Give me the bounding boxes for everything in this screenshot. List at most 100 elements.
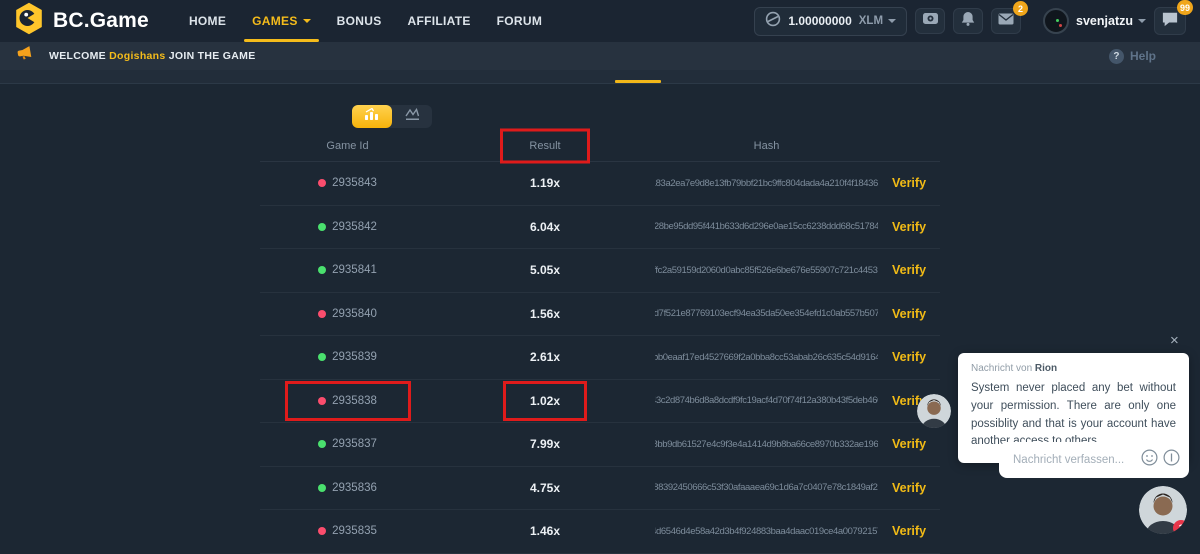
result-status-dot bbox=[318, 484, 326, 492]
hash-value: 8988392450666c53f30afaaaea69c1d6a7c0407e… bbox=[655, 482, 878, 493]
welcome-prefix: WELCOME bbox=[49, 50, 106, 62]
verify-button[interactable]: Verify bbox=[892, 263, 926, 277]
chat-toggle-button[interactable]: 99 bbox=[1154, 7, 1186, 35]
chevron-down-icon bbox=[1138, 19, 1146, 23]
result-value: 7.99x bbox=[530, 437, 560, 451]
table-row: 2935837 7.99x 348bb9db61527e4c9f3e4a1414… bbox=[260, 423, 940, 467]
result-value: 1.02x bbox=[530, 394, 560, 408]
nav-item-forum[interactable]: FORUM bbox=[497, 14, 543, 28]
chat-message-input[interactable] bbox=[1011, 453, 1141, 467]
wallet-icon bbox=[922, 11, 939, 31]
history-view-toggle bbox=[352, 105, 432, 128]
result-status-dot bbox=[318, 223, 326, 231]
nav-item-games[interactable]: GAMES bbox=[252, 14, 311, 28]
game-id-value: 2935843 bbox=[332, 177, 377, 189]
hash-value: 6bffc2a59159d2060d0abc85f526e6be676e5590… bbox=[655, 265, 878, 276]
result-value: 1.46x bbox=[530, 524, 560, 538]
bar-chart-toggle[interactable] bbox=[352, 105, 392, 128]
result-status-dot bbox=[318, 527, 326, 535]
hash-value: 348bb9db61527e4c9f3e4a1414d9b8ba66ce8970… bbox=[655, 439, 878, 450]
table-row: 2935838 1.02x 743c2d874b6d8a8dcdf9fc19ac… bbox=[260, 380, 940, 424]
mail-badge: 2 bbox=[1013, 1, 1028, 16]
game-id-value: 2935836 bbox=[332, 482, 377, 494]
result-status-dot bbox=[318, 179, 326, 187]
trend-chart-icon bbox=[405, 108, 420, 126]
chevron-down-icon bbox=[303, 19, 311, 23]
help-label: Help bbox=[1130, 49, 1156, 63]
emoji-icon[interactable] bbox=[1141, 449, 1158, 471]
header-hash: Hash bbox=[655, 140, 878, 152]
nav-item-home[interactable]: HOME bbox=[189, 14, 226, 28]
mail-icon bbox=[998, 12, 1014, 30]
result-status-dot bbox=[318, 266, 326, 274]
balance-selector[interactable]: 1.00000000 XLM bbox=[754, 7, 907, 36]
wallet-button[interactable] bbox=[915, 8, 945, 34]
nav-item-affiliate[interactable]: AFFILIATE bbox=[408, 14, 471, 28]
game-id-value: 2935841 bbox=[332, 264, 377, 276]
coin-xlm-icon bbox=[765, 11, 781, 32]
result-value: 1.19x bbox=[530, 176, 560, 190]
hash-value: ddd7f521e87769103ecf94ea35da50ee354efd1c… bbox=[655, 308, 878, 319]
panel-collapse-handle[interactable] bbox=[615, 80, 661, 83]
result-status-dot bbox=[318, 310, 326, 318]
close-icon[interactable]: × bbox=[1170, 333, 1179, 348]
game-id-value: 2935840 bbox=[332, 308, 377, 320]
table-body: 2935843 1.19x 5183a2ea7e9d8e13fb79bbf21b… bbox=[260, 162, 940, 554]
brand-logo[interactable]: BC.Game bbox=[14, 2, 149, 40]
table-header-row: Game Id Result Hash bbox=[260, 130, 940, 162]
nav-item-bonus[interactable]: BONUS bbox=[337, 14, 382, 28]
hash-value: 7028be95dd95f441b633d6d296e0ae15cc6238dd… bbox=[655, 221, 878, 232]
header-game-id: Game Id bbox=[260, 140, 435, 152]
message-text: System never placed any bet without your… bbox=[971, 380, 1176, 451]
result-status-dot bbox=[318, 397, 326, 405]
bell-icon bbox=[961, 11, 975, 31]
verify-button[interactable]: Verify bbox=[892, 350, 926, 364]
main-nav: HOME GAMES BONUS AFFILIATE FORUM bbox=[189, 14, 542, 28]
game-id-value: 2935839 bbox=[332, 351, 377, 363]
unread-count-badge: 1 bbox=[1173, 520, 1187, 534]
verify-button[interactable]: Verify bbox=[892, 481, 926, 495]
welcome-player-name: Dogishans bbox=[109, 50, 165, 62]
hash-value: 5183a2ea7e9d8e13fb79bbf21bc9ffc804dada4a… bbox=[655, 178, 878, 189]
help-button[interactable]: ? Help bbox=[1109, 49, 1156, 64]
balance-amount: 1.00000000 bbox=[788, 14, 851, 28]
topbar: BC.Game HOME GAMES BONUS AFFILIATE FORUM… bbox=[0, 0, 1200, 42]
game-panel-divider bbox=[0, 70, 1200, 84]
result-value: 4.75x bbox=[530, 481, 560, 495]
verify-button[interactable]: Verify bbox=[892, 220, 926, 234]
header-result: Result bbox=[435, 140, 655, 152]
table-row: 2935839 2.61x a1bb0eaaf17ed4527669f2a0bb… bbox=[260, 336, 940, 380]
hash-value: 743c2d874b6d8a8dcdf9fc19acf4d70f74f12a38… bbox=[655, 395, 878, 406]
verify-button[interactable]: Verify bbox=[892, 176, 926, 190]
welcome-banner: WELCOME Dogishans JOIN THE GAME ? Help bbox=[0, 42, 1200, 70]
chat-badge: 99 bbox=[1177, 0, 1193, 15]
question-mark-icon: ? bbox=[1109, 49, 1124, 64]
result-value: 6.04x bbox=[530, 220, 560, 234]
trend-chart-toggle[interactable] bbox=[392, 105, 432, 128]
chevron-down-icon bbox=[888, 19, 896, 23]
messages-button[interactable]: 2 bbox=[991, 8, 1021, 34]
chat-input-container bbox=[999, 442, 1189, 478]
result-value: 5.05x bbox=[530, 263, 560, 277]
game-id-value: 2935838 bbox=[332, 395, 377, 407]
verify-button[interactable]: Verify bbox=[892, 437, 926, 451]
message-from-label: Nachricht von bbox=[971, 363, 1032, 374]
balance-currency: XLM bbox=[859, 15, 883, 27]
username: svenjatzu bbox=[1076, 14, 1133, 28]
sender-avatar bbox=[917, 394, 951, 428]
info-icon[interactable] bbox=[1163, 449, 1180, 471]
megaphone-icon bbox=[16, 46, 33, 66]
game-id-value: 2935842 bbox=[332, 221, 377, 233]
game-history-table: Game Id Result Hash 2935843 1.19x 5183a2… bbox=[260, 130, 940, 554]
table-row: 2935840 1.56x ddd7f521e87769103ecf94ea35… bbox=[260, 293, 940, 337]
notifications-button[interactable] bbox=[953, 8, 983, 34]
table-row: 2935841 5.05x 6bffc2a59159d2060d0abc85f5… bbox=[260, 249, 940, 293]
verify-button[interactable]: Verify bbox=[892, 307, 926, 321]
verify-button[interactable]: Verify bbox=[892, 524, 926, 538]
table-row: 2935835 1.46x 9e4d6546d4e58a42d3b4f92488… bbox=[260, 510, 940, 554]
brand-name: BC.Game bbox=[53, 9, 149, 33]
user-menu[interactable]: svenjatzu bbox=[1043, 8, 1146, 34]
chat-bubble-icon bbox=[1161, 11, 1179, 32]
chat-contact-avatar[interactable]: 1 bbox=[1139, 486, 1187, 534]
result-value: 1.56x bbox=[530, 307, 560, 321]
